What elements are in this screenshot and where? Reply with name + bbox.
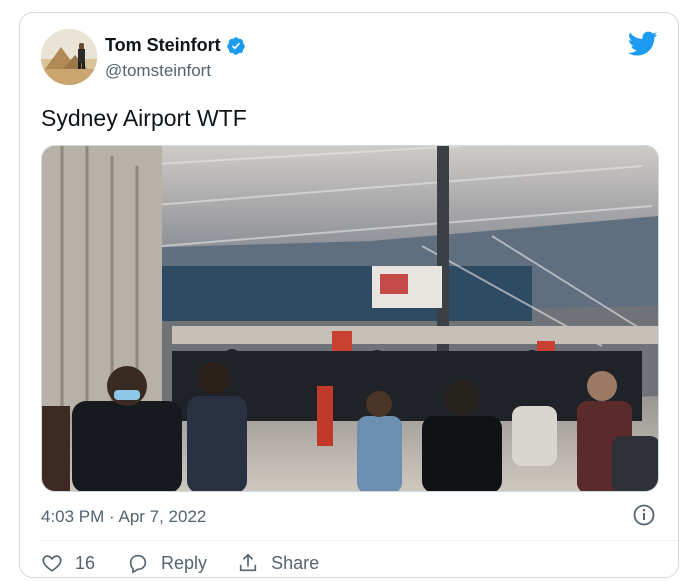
tweet-card: Tom Steinfort @tomsteinfort Sydney Airpo… (19, 12, 679, 578)
author-handle[interactable]: @tomsteinfort (105, 61, 211, 81)
reply-label: Reply (161, 552, 208, 573)
tweet-timestamp[interactable]: 4:03 PM · Apr 7, 2022 (41, 507, 206, 527)
share-label: Share (271, 552, 320, 573)
share-button[interactable]: Share (237, 552, 319, 574)
airport-crowd-photo (42, 146, 658, 491)
tweet-actions: 16 Reply Share (41, 552, 319, 574)
like-count: 16 (75, 552, 96, 573)
divider (41, 540, 678, 541)
heart-icon (42, 555, 62, 572)
reply-button[interactable]: Reply (127, 552, 207, 574)
tweet-media-photo[interactable] (41, 145, 659, 492)
reply-bubble-icon (129, 554, 147, 574)
author-name[interactable]: Tom Steinfort (105, 35, 221, 56)
avatar[interactable] (41, 29, 97, 85)
like-button[interactable]: 16 (41, 552, 95, 574)
share-icon (239, 553, 257, 572)
author-name-row[interactable]: Tom Steinfort (105, 35, 246, 56)
avatar-image (41, 29, 97, 85)
tweet-text: Sydney Airport WTF (41, 105, 247, 131)
info-icon[interactable] (632, 503, 656, 527)
verified-badge-icon (226, 36, 245, 55)
twitter-bird-icon[interactable] (628, 31, 658, 57)
